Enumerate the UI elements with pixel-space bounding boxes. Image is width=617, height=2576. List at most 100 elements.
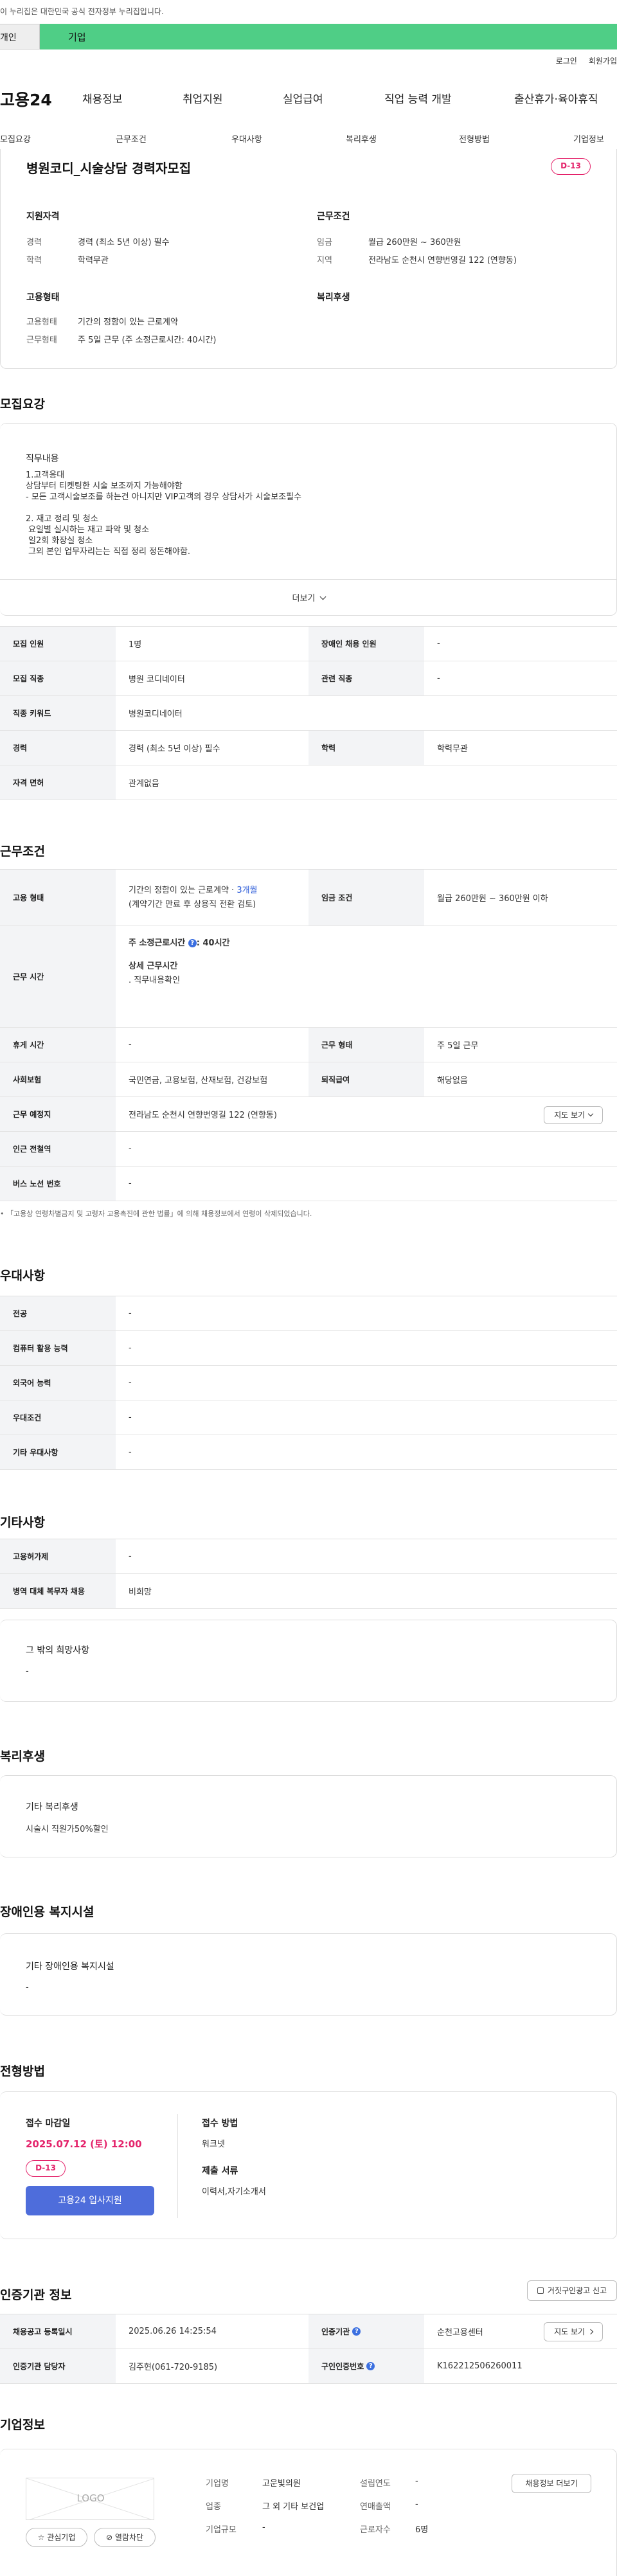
welfare-summary-heading: 복리후생 xyxy=(317,292,350,303)
gnb-item-vocational-training[interactable]: 직업 능력 개발 xyxy=(384,90,452,106)
gnb-item-jobs[interactable]: 채용정보 xyxy=(82,90,123,106)
more-label: 더보기 xyxy=(292,594,316,604)
help-icon[interactable]: ? xyxy=(366,2362,375,2370)
tab-preference[interactable]: 우대사항 xyxy=(231,132,262,145)
site-logo[interactable]: 고용24 xyxy=(0,87,52,111)
row-label: 병역 대체 복무자 채용 xyxy=(0,1574,116,1608)
work-time-cell: 주 소정근로시간 ?: 40시간 상세 근무시간 . 직무내용확인 xyxy=(116,926,617,1027)
help-icon[interactable]: ? xyxy=(188,939,197,947)
cert-number-label: 구인인증번호 xyxy=(321,2362,364,2371)
block-view-button[interactable]: ⊘ 열람차단 xyxy=(94,2528,156,2547)
documents-value: 이력서,자기소개서 xyxy=(202,2187,266,2197)
employees-label: 근로자수 xyxy=(360,2525,391,2535)
row-label: 자격 면허 xyxy=(0,765,116,800)
star-icon: ☆ xyxy=(37,2533,45,2542)
other-wishes-value: - xyxy=(26,1667,29,1676)
table-row: 인근 전철역 - xyxy=(0,1132,617,1167)
row-label: 채용공고 등록일시 xyxy=(0,2314,116,2348)
welfare-sub-heading: 기타 복리후생 xyxy=(26,1802,78,1812)
table-row: 자격 면허 관계없음 xyxy=(0,765,617,800)
table-row: 고용허가제 - xyxy=(0,1539,617,1574)
help-icon[interactable]: ? xyxy=(352,2327,361,2336)
table-row: 직종 키워드 병원코디네이터 xyxy=(0,696,617,731)
row-label: 전공 xyxy=(0,1296,116,1330)
row-value: - xyxy=(129,1309,132,1318)
process-card: 접수 마감일 2025.07.12 (토) 12:00 D-13 고용24 입사… xyxy=(0,2091,617,2239)
age-footnote: • 「고용상 연령차별금지 및 고령자 고용촉진에 관한 법률」에 의해 채용정… xyxy=(0,1210,312,1218)
duty-card: 직무내용 1.고객응대 상담부터 티켓팅한 시술 보조까지 가능해야함 - 모든… xyxy=(0,423,617,616)
tab-process[interactable]: 전형방법 xyxy=(459,132,490,145)
sales-value: - xyxy=(415,2500,418,2509)
row-value: 병원코디네이터 xyxy=(129,710,183,719)
row-value: 1명 xyxy=(129,640,142,650)
gnb-item-employment-support[interactable]: 취업지원 xyxy=(183,90,223,106)
row-value: 학력무관 xyxy=(437,744,468,754)
row-value: 병원 코디네이터 xyxy=(129,675,185,684)
apply-button[interactable]: 고용24 입사지원 xyxy=(26,2186,154,2215)
row-label: 직종 키워드 xyxy=(0,696,116,730)
dday-badge: D-13 xyxy=(551,158,591,175)
tab-company[interactable]: 기업정보 xyxy=(573,132,604,145)
row-label: 모집 직종 xyxy=(0,661,116,695)
row-label: 퇴직급여 xyxy=(308,1062,424,1096)
row-value: - xyxy=(129,1552,132,1561)
more-button[interactable]: 더보기 xyxy=(0,579,617,615)
wage-label: 임금 xyxy=(317,238,332,247)
table-row: 경력 경력 (최소 5년 이상) 필수 학력 학력무관 xyxy=(0,731,617,765)
qualification-heading: 지원자격 xyxy=(26,211,60,222)
row-label: 고용 형태 xyxy=(0,870,116,926)
table-row: 버스 노선 번호 - xyxy=(0,1167,617,1201)
row-label: 학력 xyxy=(308,731,424,765)
row-label: 모집 인원 xyxy=(0,627,116,661)
company-name-label: 기업명 xyxy=(206,2479,229,2489)
deadline-value: 2025.07.12 (토) 12:00 xyxy=(26,2138,142,2150)
row-value: - xyxy=(129,1413,132,1422)
disability-sub-heading: 기타 장애인용 복지시설 xyxy=(26,1962,114,1972)
join-link[interactable]: 회원가입 xyxy=(589,57,617,66)
row-value: 전라남도 순천시 연향번영길 122 (연향동) xyxy=(129,1111,277,1120)
detail-hours-title: 상세 근무시간 xyxy=(129,962,178,971)
tab-work-conditions[interactable]: 근무조건 xyxy=(116,132,147,145)
map-button[interactable]: 지도 보기 xyxy=(544,1106,603,1124)
table-row: 외국어 능력 - xyxy=(0,1366,617,1400)
wage-value: 월급 260만원 ~ 360만원 xyxy=(368,238,461,247)
tab-personal[interactable]: 개인 xyxy=(0,24,40,49)
login-link[interactable]: 로그인 xyxy=(556,57,577,66)
favorite-company-button[interactable]: ☆ 관심기업 xyxy=(26,2528,87,2547)
row-value: 2025.06.26 14:25:54 xyxy=(129,2327,217,2336)
report-button[interactable]: 거짓구인광고 신고 xyxy=(527,2280,617,2301)
table-row: 기타 우대사항 - xyxy=(0,1435,617,1470)
table-row: 병역 대체 복무자 채용 비희망 xyxy=(0,1574,617,1609)
row-label: 근무 시간 xyxy=(0,926,116,1027)
weekly-hours-label: 주 소정근로시간 xyxy=(129,938,188,948)
duty-line: - 모든 고객시술보조를 하는건 아니지만 VIP고객의 경우 상담사가 시술보… xyxy=(26,492,302,502)
row-label: 기타 우대사항 xyxy=(0,1435,116,1469)
process-heading: 전형방법 xyxy=(0,2064,45,2079)
contract-months: 3개월 xyxy=(237,885,258,895)
org-map-button[interactable]: 지도 보기 xyxy=(544,2322,603,2341)
org-label-cell: 인증기관 ? xyxy=(308,2314,424,2348)
row-label: 장애인 채용 인원 xyxy=(308,627,424,661)
career-label: 경력 xyxy=(26,238,42,247)
employment-heading: 고용형태 xyxy=(26,292,60,303)
tab-recruit[interactable]: 모집요강 xyxy=(0,132,31,145)
gnb-item-unemployment-benefit[interactable]: 실업급여 xyxy=(283,90,323,106)
row-label: 외국어 능력 xyxy=(0,1366,116,1400)
education-label: 학력 xyxy=(26,256,42,265)
row-label: 근무 형태 xyxy=(308,1028,424,1062)
duty-line: 2. 재고 정리 및 청소 xyxy=(26,514,98,524)
tab-corporate[interactable]: 기업 xyxy=(40,24,617,49)
age-footnote-text: 「고용상 연령차별금지 및 고령자 고용촉진에 관한 법률」에 의해 채용정보에… xyxy=(6,1210,312,1218)
duty-content: 1.고객응대 상담부터 티켓팅한 시술 보조까지 가능해야함 - 모든 고객시술… xyxy=(26,470,301,557)
company-jobs-button[interactable]: 채용정보 더보기 xyxy=(512,2474,591,2493)
map-button-label: 지도 보기 xyxy=(554,1111,586,1120)
industry-value: 그 외 기타 보건업 xyxy=(262,2502,325,2512)
table-row: 근무 시간 주 소정근로시간 ?: 40시간 상세 근무시간 . 직무내용확인 xyxy=(0,926,617,1028)
table-row: 인증기관 담당자 김주현(061-720-9185) 구인인증번호 ? K162… xyxy=(0,2349,617,2384)
tab-welfare[interactable]: 복리후생 xyxy=(346,132,377,145)
gov-notice: 이 누리집은 대한민국 공식 전자정부 누리집입니다. xyxy=(0,7,164,16)
gnb-item-parental-leave[interactable]: 출산휴가·육아휴직 xyxy=(514,90,598,106)
row-label: 임금 조건 xyxy=(308,870,424,926)
deadline-title: 접수 마감일 xyxy=(26,2118,71,2129)
row-label: 인근 전철역 xyxy=(0,1132,116,1166)
